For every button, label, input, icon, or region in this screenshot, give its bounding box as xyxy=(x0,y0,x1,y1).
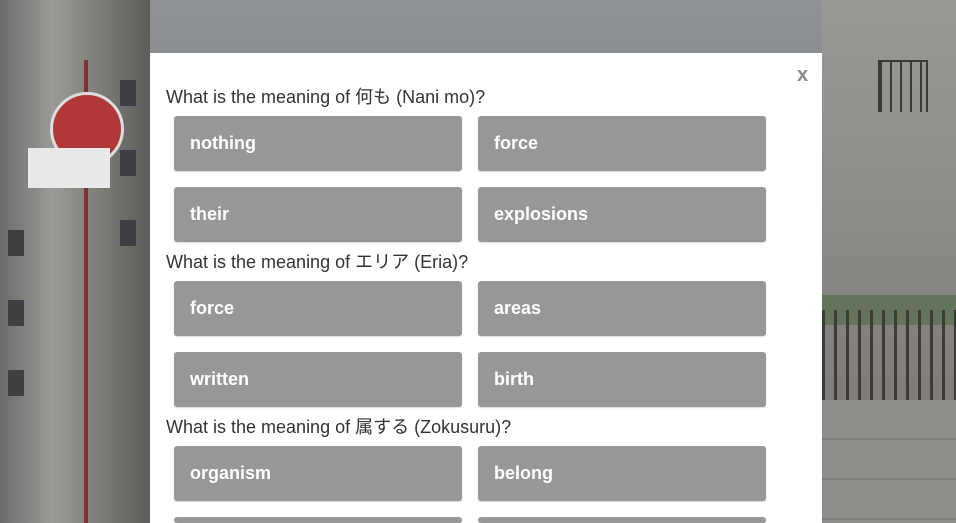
answer-option[interactable]: force xyxy=(174,281,462,336)
window xyxy=(120,220,136,246)
fence xyxy=(822,310,956,400)
answer-option[interactable]: areas xyxy=(478,281,766,336)
left-building xyxy=(0,0,150,523)
window xyxy=(8,370,24,396)
answer-option[interactable] xyxy=(174,517,462,523)
pavement xyxy=(822,400,956,523)
answer-option[interactable]: nothing xyxy=(174,116,462,171)
window xyxy=(120,80,136,106)
answer-option[interactable]: force xyxy=(478,116,766,171)
window xyxy=(120,150,136,176)
close-button[interactable]: x xyxy=(797,65,808,85)
answer-option[interactable]: their xyxy=(174,187,462,242)
quiz-modal: x What is the meaning of 何も (Nani mo)? n… xyxy=(150,53,822,523)
answer-option[interactable]: birth xyxy=(478,352,766,407)
answer-option[interactable]: belong xyxy=(478,446,766,501)
answer-option[interactable]: explosions xyxy=(478,187,766,242)
window xyxy=(8,230,24,256)
window xyxy=(8,300,24,326)
balcony-rail xyxy=(878,60,928,112)
question-text: What is the meaning of エリア (Eria)? xyxy=(166,252,469,272)
answer-option[interactable]: organism xyxy=(174,446,462,501)
question-text: What is the meaning of 属する (Zokusuru)? xyxy=(166,417,512,437)
sign-plate xyxy=(28,148,110,188)
answer-option[interactable] xyxy=(478,517,766,523)
answer-option[interactable]: written xyxy=(174,352,462,407)
question-text: What is the meaning of 何も (Nani mo)? xyxy=(166,87,486,107)
